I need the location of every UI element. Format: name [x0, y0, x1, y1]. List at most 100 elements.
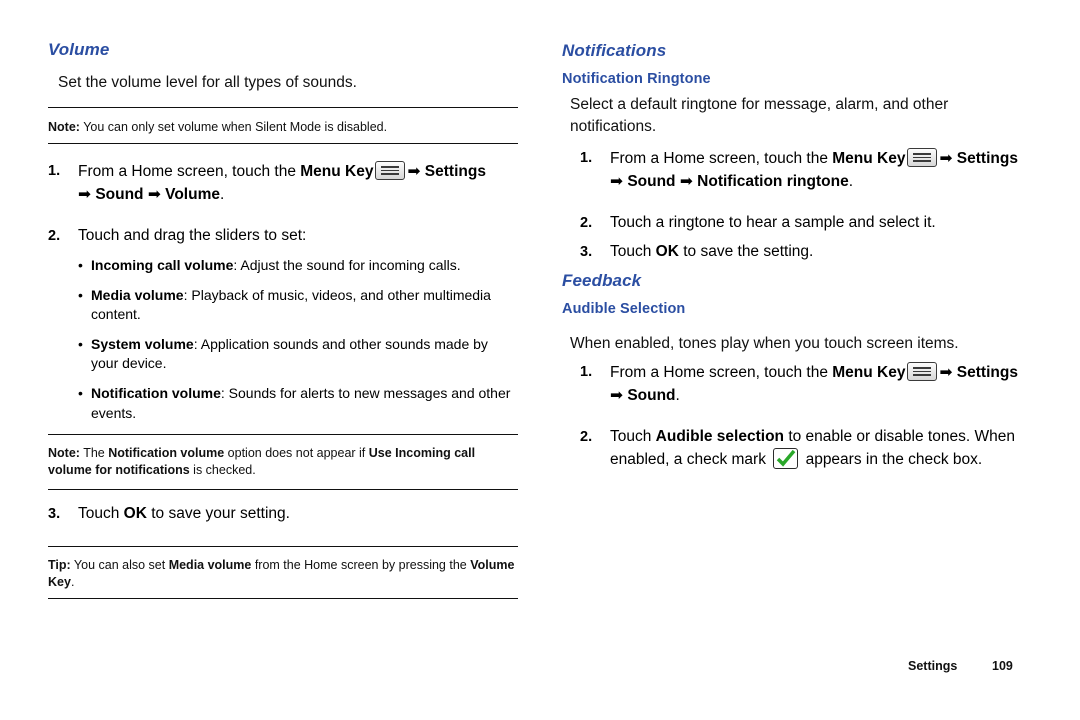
bullet-dot: •	[78, 257, 83, 273]
step-number: 1.	[580, 364, 593, 380]
checkbox-checked-icon	[773, 448, 799, 470]
step-rest: to save the setting.	[678, 243, 814, 260]
section-heading-notifications: Notifications	[562, 41, 667, 60]
divider-top	[48, 107, 518, 108]
tip-part-e: .	[70, 574, 75, 589]
menu-key-icon	[907, 362, 938, 381]
arrow-icon-3: ➡	[147, 185, 161, 204]
note-part-c: option does not appear if	[224, 446, 369, 460]
bullet-text: Media volume: Playback of music, videos,…	[91, 286, 518, 325]
volume-intro-text: Set the volume level for all types of so…	[58, 74, 357, 91]
bullet-term: Incoming call volume	[91, 257, 234, 273]
step-text: From a Home screen, touch the Menu Key ➡ …	[610, 362, 1018, 405]
step-number: 3.	[580, 244, 593, 260]
step-text: Touch a ringtone to hear a sample and se…	[610, 214, 936, 231]
notification-step-1: 1. From a Home screen, touch the Menu Ke…	[580, 147, 1032, 194]
arrow-icon-2: ➡	[78, 185, 91, 204]
footer-label: Settings	[908, 659, 958, 673]
volume-intro-block: Set the volume level for all types of so…	[48, 72, 518, 94]
volume-step-3: 3. Touch OK to save your setting.	[48, 503, 518, 525]
tip-part-c: from the Home screen by pressing the	[251, 558, 471, 572]
notification-step-2: 2. Touch a ringtone to hear a sample and…	[580, 212, 1032, 234]
step-rest: appears in the check box.	[801, 451, 983, 469]
note-body: You can only set volume when Silent Mode…	[79, 120, 388, 134]
arrow-icon-2: ➡	[610, 386, 623, 405]
step-number: 2.	[580, 215, 593, 231]
bullet-term: Media volume	[91, 286, 184, 303]
arrow-icon-1: ➡	[939, 363, 953, 381]
note-notification-volume-text: Note: The Notification volume option doe…	[48, 445, 518, 479]
settings-label: Settings	[956, 364, 1018, 381]
note-silent-mode-text: Note: You can only set volume when Silen…	[48, 119, 518, 136]
footer-page-number: 109	[992, 659, 1013, 673]
step-3-lead: Touch	[78, 505, 124, 522]
step-number: 3.	[48, 506, 61, 522]
subsection-heading-audible-selection: Audible Selection	[562, 301, 686, 317]
step-text: From a Home screen, touch the Menu Key ➡ …	[78, 161, 486, 204]
section-heading-feedback: Feedback	[562, 271, 642, 290]
feedback-step-2: 2. Touch Audible selection to enable or …	[580, 426, 1032, 472]
note-label: Note:	[48, 446, 80, 460]
list-item: • Incoming call volume: Adjust the sound…	[78, 256, 518, 276]
bullet-text: Notification volume: Sounds for alerts t…	[91, 384, 518, 423]
tip-part-a: You can also set	[70, 558, 169, 572]
bullet-term: System volume	[91, 335, 194, 352]
note-part-a: The	[79, 446, 109, 460]
divider-after-note2	[48, 489, 518, 490]
menu-key-label: Menu Key	[300, 163, 374, 180]
notifications-heading-block: Notifications	[562, 41, 1032, 61]
divider-before-note2	[48, 434, 518, 435]
tip-volume-key: Tip: You can also set Media volume from …	[48, 557, 518, 591]
bullet-text: System volume: Application sounds and ot…	[91, 335, 518, 374]
step-text: Touch Audible selection to enable or dis…	[610, 426, 1032, 472]
ok-label: OK	[123, 505, 147, 522]
arrow-icon-3: ➡	[679, 172, 693, 191]
arrow-icon-1: ➡	[939, 149, 953, 167]
arrow-icon-2: ➡	[610, 172, 623, 191]
step-lead: Touch	[610, 243, 656, 260]
step-text: Touch and drag the sliders to set:	[78, 227, 307, 244]
note-silent-mode: Note: You can only set volume when Silen…	[48, 119, 518, 136]
divider-after-tip	[48, 598, 518, 599]
volume-heading-block: Volume	[48, 40, 518, 60]
sound-label: Sound	[627, 387, 676, 405]
menu-key-icon	[375, 161, 406, 180]
feedback-intro-text: When enabled, tones play when you touch …	[570, 335, 959, 352]
note-part-e: is checked.	[189, 462, 256, 477]
step-number: 2.	[580, 429, 593, 445]
step-number: 1.	[48, 163, 61, 179]
list-item: • System volume: Application sounds and …	[78, 335, 518, 374]
divider-after-note	[48, 143, 518, 144]
audible-selection-label: Audible selection	[655, 428, 785, 445]
bullet-text: Incoming call volume: Adjust the sound f…	[91, 256, 518, 276]
step-text: Touch OK to save the setting.	[610, 241, 1032, 263]
step-number: 1.	[580, 150, 593, 166]
sound-label: Sound	[627, 173, 676, 191]
tip-part-b: Media volume	[168, 558, 252, 572]
step-number: 2.	[48, 228, 61, 244]
tip-text: Tip: You can also set Media volume from …	[48, 557, 518, 591]
menu-key-label: Menu Key	[832, 364, 906, 381]
notification-intro-block: Select a default ringtone for message, a…	[562, 94, 1002, 139]
tip-label: Tip:	[48, 558, 71, 572]
sound-label: Sound	[95, 186, 144, 204]
volume-step-2: 2. Touch and drag the sliders to set:	[48, 225, 518, 247]
step-lead: Touch	[610, 428, 656, 445]
bullet-term: Notification volume	[91, 384, 221, 401]
list-item: • Media volume: Playback of music, video…	[78, 286, 518, 325]
step-3-rest: to save your setting.	[146, 505, 290, 522]
feedback-step-1: 1. From a Home screen, touch the Menu Ke…	[580, 361, 1032, 408]
list-item: • Notification volume: Sounds for alerts…	[78, 384, 518, 423]
step-1-lead: From a Home screen, touch the	[78, 163, 301, 180]
notification-ringtone-sub: Notification Ringtone	[562, 71, 1032, 87]
step-text: From a Home screen, touch the Menu Key ➡ …	[610, 148, 1018, 191]
bullet-dot: •	[78, 286, 83, 303]
note-part-b: Notification volume	[108, 446, 225, 460]
menu-key-label: Menu Key	[832, 150, 906, 167]
volume-label: Volume	[165, 186, 220, 204]
settings-label: Settings	[424, 163, 486, 180]
bullet-rest: : Adjust the sound for incoming calls.	[233, 257, 461, 273]
subsection-heading-notification-ringtone: Notification Ringtone	[562, 71, 711, 87]
settings-label: Settings	[956, 150, 1018, 167]
divider-before-tip	[48, 546, 518, 547]
